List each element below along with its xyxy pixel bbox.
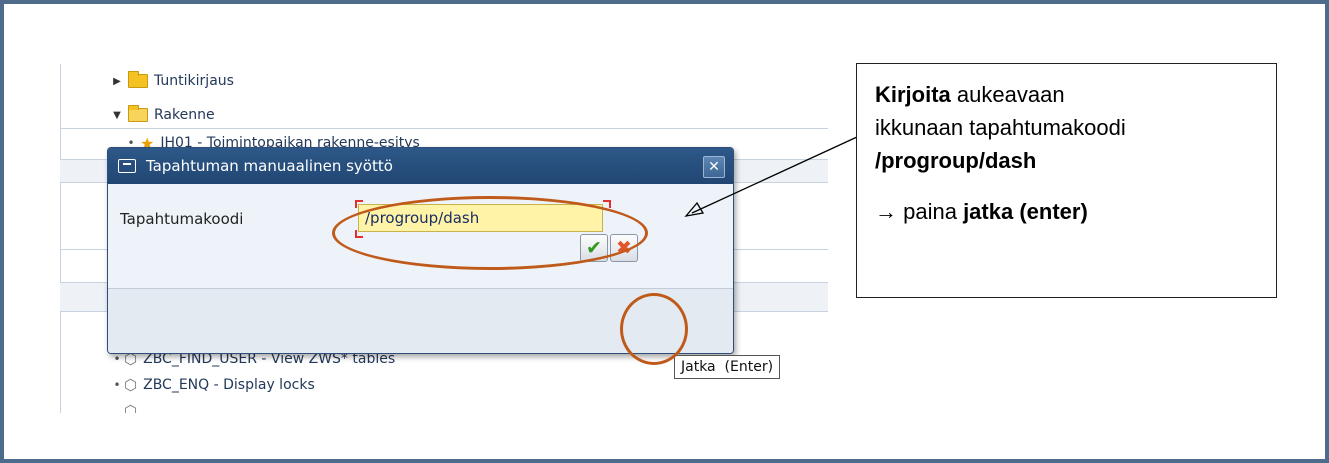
cancel-button[interactable]: ✖ (610, 234, 638, 262)
note-transaction-code: /progroup/dash (875, 148, 1037, 173)
note-bold-write: Kirjoita (875, 82, 951, 107)
arrow-right-icon: → (875, 199, 897, 224)
note-text: paina (897, 199, 964, 224)
dialog-title: Tapahtuman manuaalinen syöttö (146, 157, 393, 175)
required-marker (603, 200, 611, 208)
dialog-titlebar[interactable]: Tapahtuman manuaalinen syöttö ✕ (108, 148, 733, 184)
tree-border (60, 64, 61, 413)
dialog-body: Tapahtumakoodi (108, 184, 733, 353)
transaction-cube-icon: ⬡ (124, 376, 138, 394)
transaction-dialog: Tapahtuman manuaalinen syöttö ✕ Tapahtum… (107, 147, 734, 354)
tree-node-rakenne[interactable]: ▼ Rakenne (110, 104, 215, 126)
dialog-window-icon (118, 159, 136, 173)
note-text: aukeavaan (950, 82, 1065, 107)
collapse-arrow-icon[interactable]: ▼ (110, 110, 124, 121)
tree-node-tuntikirjaus[interactable]: ▶ Tuntikirjaus (110, 70, 234, 92)
tree-node-label: ZBC_ENQ - Display locks (143, 377, 315, 393)
tree-node-label: Tuntikirjaus (154, 73, 234, 89)
open-folder-icon (128, 105, 148, 122)
continue-tooltip: Jatka (Enter) (674, 355, 781, 379)
tree-node-label: Rakenne (154, 107, 215, 123)
divider (60, 128, 828, 129)
transaction-cube-icon: ⬡ (124, 402, 138, 413)
sap-screenshot: ▶ Tuntikirjaus ▼ Rakenne • ★ IH01 - Toim… (60, 64, 828, 413)
close-icon[interactable]: ✕ (703, 156, 725, 178)
transaction-code-input[interactable] (358, 204, 603, 232)
note-bold-continue: jatka (enter) (963, 199, 1088, 224)
transaction-code-label: Tapahtumakoodi (120, 210, 244, 228)
note-text: ikkunaan tapahtumakoodi (875, 115, 1126, 140)
folder-icon (128, 71, 148, 88)
continue-button[interactable]: ✔ (580, 234, 608, 262)
tree-node-enq[interactable]: • ⬡ ZBC_ENQ - Display locks (112, 374, 315, 396)
expand-arrow-icon[interactable]: ▶ (110, 76, 124, 87)
bullet-icon: • (113, 378, 121, 392)
bullet-icon: • (113, 352, 121, 366)
instruction-note: Kirjoita aukeavaan ikkunaan tapahtumakoo… (856, 63, 1277, 298)
tree-node-cut-off: ⬡ (112, 400, 143, 413)
dialog-footer (108, 288, 733, 353)
